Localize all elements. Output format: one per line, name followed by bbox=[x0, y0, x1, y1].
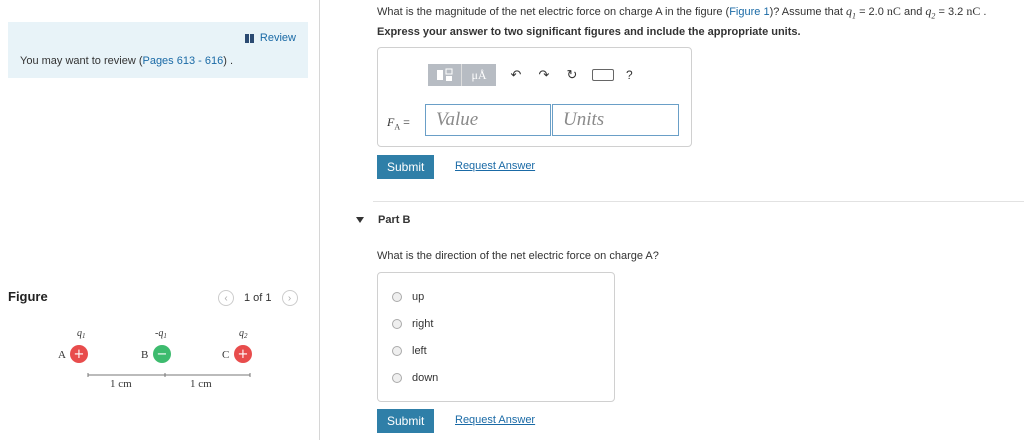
question-mid: )? Assume that bbox=[769, 6, 846, 18]
option-right[interactable]: right bbox=[392, 318, 433, 330]
part-a-request-answer-link[interactable]: Request Answer bbox=[455, 160, 535, 172]
point-a-label: A bbox=[58, 349, 66, 361]
part-b-question: What is the direction of the net electri… bbox=[377, 250, 659, 262]
radio-button[interactable] bbox=[392, 319, 402, 329]
q2-unit: nC bbox=[966, 4, 981, 18]
redo-icon[interactable]: ↷ bbox=[536, 67, 552, 83]
option-left[interactable]: left bbox=[392, 345, 427, 357]
review-text-prefix: You may want to review ( bbox=[20, 55, 143, 67]
pager-text: 1 of 1 bbox=[244, 292, 272, 304]
part-b-separator bbox=[373, 201, 1024, 202]
help-icon[interactable]: ? bbox=[626, 68, 633, 82]
distance-2-label: 1 cm bbox=[190, 378, 212, 390]
part-b-title: Part B bbox=[378, 214, 411, 226]
part-a-instructions: Express your answer to two significant f… bbox=[377, 26, 801, 38]
q2-value: = 3.2 bbox=[938, 6, 964, 18]
q1-unit: nC bbox=[886, 4, 901, 18]
option-label: right bbox=[412, 318, 434, 330]
radio-button[interactable] bbox=[392, 373, 402, 383]
q1-value: = 2.0 bbox=[859, 6, 884, 18]
charge-a-sign: + bbox=[74, 347, 85, 362]
direction-options: up right left down bbox=[377, 272, 615, 402]
part-a-submit-button[interactable]: Submit bbox=[377, 155, 435, 179]
part-b-header[interactable]: Part B bbox=[356, 214, 410, 226]
review-panel: Review You may want to review (Pages 613… bbox=[8, 22, 308, 78]
collapse-caret-icon[interactable] bbox=[356, 217, 364, 223]
review-link[interactable]: Review bbox=[244, 32, 296, 44]
charge-c-sign: + bbox=[238, 347, 249, 362]
option-label: left bbox=[412, 345, 427, 357]
review-pages-link[interactable]: Pages 613 - 616 bbox=[142, 55, 223, 67]
q1-symbol: q1 bbox=[846, 4, 856, 21]
undo-icon[interactable]: ↶ bbox=[508, 67, 524, 83]
q2-symbol: q2 bbox=[925, 4, 936, 21]
charge-c-label: q2 bbox=[239, 328, 248, 340]
charge-figure: 1 cm 1 cm A + q1 B − -q1 C + q2 bbox=[58, 328, 252, 390]
question-prefix: What is the magnitude of the net electri… bbox=[377, 6, 730, 18]
keyboard-icon[interactable] bbox=[592, 69, 614, 81]
option-up[interactable]: up bbox=[392, 291, 424, 303]
next-figure-button[interactable]: › bbox=[281, 290, 298, 306]
math-toolbar: μÅ ↶ ↷ ↻ ? bbox=[428, 64, 633, 86]
prev-figure-button[interactable]: ‹ bbox=[218, 290, 234, 306]
units-input[interactable]: Units bbox=[552, 104, 679, 136]
templates-button[interactable] bbox=[428, 64, 462, 86]
figure-link[interactable]: Figure 1 bbox=[729, 6, 769, 18]
charge-b-label: -q1 bbox=[155, 328, 167, 340]
distance-1-label: 1 cm bbox=[110, 378, 132, 390]
charge-a-label: q1 bbox=[77, 328, 86, 340]
point-c-label: C bbox=[222, 349, 229, 361]
figure-pager: ‹ 1 of 1 › bbox=[218, 290, 298, 306]
review-text-suffix: ) . bbox=[223, 55, 233, 67]
review-label[interactable]: Review bbox=[260, 32, 296, 44]
toolbar-buttons: μÅ bbox=[428, 64, 496, 86]
part-a-question: What is the magnitude of the net electri… bbox=[377, 4, 987, 21]
charge-b-sign: − bbox=[157, 347, 168, 362]
units-button[interactable]: μÅ bbox=[462, 64, 496, 86]
figure-title: Figure bbox=[8, 289, 48, 304]
part-b-submit-button[interactable]: Submit bbox=[377, 409, 435, 433]
part-b-request-answer-link[interactable]: Request Answer bbox=[455, 414, 535, 426]
option-label: up bbox=[412, 291, 425, 303]
option-label: down bbox=[412, 372, 439, 384]
reset-icon[interactable]: ↻ bbox=[564, 67, 580, 83]
point-b-label: B bbox=[141, 349, 148, 361]
radio-button[interactable] bbox=[392, 292, 402, 302]
radio-button[interactable] bbox=[392, 346, 402, 356]
option-down[interactable]: down bbox=[392, 372, 438, 384]
and-text: and bbox=[903, 6, 923, 18]
answer-box: μÅ ↶ ↷ ↻ ? FA = Value Units bbox=[377, 47, 692, 147]
input-label: FA = bbox=[387, 115, 410, 132]
templates-icon bbox=[436, 68, 452, 81]
review-text: You may want to review (Pages 613 - 616)… bbox=[20, 55, 233, 67]
value-input[interactable]: Value bbox=[425, 104, 551, 136]
column-divider bbox=[319, 0, 320, 440]
review-book-icon bbox=[244, 33, 254, 43]
